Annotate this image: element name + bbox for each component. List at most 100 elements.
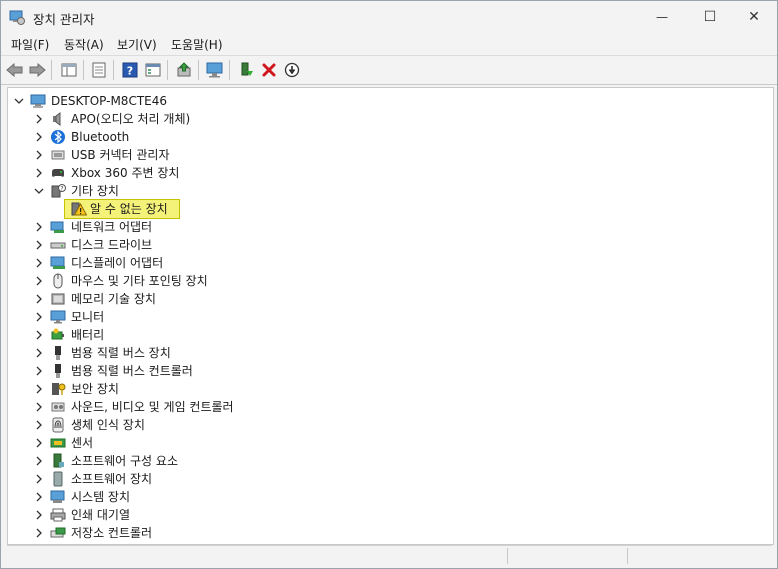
update-driver-icon[interactable] [174, 60, 194, 80]
tree-category-item[interactable]: 생체 인식 장치 [8, 416, 708, 434]
forward-icon[interactable] [27, 60, 47, 80]
tree-child-item[interactable]: 알 수 없는 장치 [8, 199, 708, 219]
maximize-icon: ☐ [703, 9, 717, 25]
chevron-right-icon[interactable] [32, 346, 46, 360]
view-list-icon[interactable] [143, 60, 163, 80]
tree-category-item[interactable]: APO(오디오 처리 개체) [8, 110, 708, 128]
tree-category-item[interactable]: 시스템 장치 [8, 488, 708, 506]
tree-category-item[interactable]: 범용 직렬 버스 장치 [8, 344, 708, 362]
toolbar-separator [113, 60, 114, 80]
tree-category-item[interactable]: Xbox 360 주변 장치 [8, 164, 708, 182]
chevron-right-icon[interactable] [32, 256, 46, 270]
chevron-right-icon[interactable] [32, 472, 46, 486]
close-button[interactable]: ✕ [731, 1, 777, 33]
chevron-right-icon[interactable] [32, 454, 46, 468]
chevron-right-icon[interactable] [32, 364, 46, 378]
enable-device-icon[interactable] [236, 60, 256, 80]
menu-file[interactable]: 파일(F) [11, 36, 49, 53]
battery-icon [50, 327, 66, 343]
tree-category-item[interactable]: 저장소 컨트롤러 [8, 524, 708, 542]
tree-category-item[interactable]: 보안 장치 [8, 380, 708, 398]
svg-text:?: ? [60, 186, 63, 193]
tree-category-item[interactable]: 디스크 드라이브 [8, 236, 708, 254]
tree-category-item[interactable]: 소프트웨어 구성 요소 [8, 452, 708, 470]
chevron-right-icon[interactable] [32, 310, 46, 324]
chevron-right-icon[interactable] [32, 382, 46, 396]
chevron-right-icon[interactable] [32, 112, 46, 126]
tree-category-item[interactable]: 네트워크 어댑터 [8, 218, 708, 236]
disk-drive-icon [50, 237, 66, 253]
chevron-right-icon[interactable] [32, 526, 46, 540]
chevron-right-icon[interactable] [32, 418, 46, 432]
tree-item-label: 시스템 장치 [71, 490, 131, 504]
chevron-right-icon[interactable] [32, 148, 46, 162]
tree-item-label: 인쇄 대기열 [71, 508, 131, 522]
chevron-right-icon[interactable] [32, 166, 46, 180]
speaker-icon [50, 111, 66, 127]
back-icon[interactable] [5, 60, 25, 80]
tree-item-label: 디스플레이 어댑터 [71, 256, 164, 270]
tree-category-item[interactable]: 메모리 기술 장치 [8, 290, 708, 308]
chevron-right-icon[interactable] [32, 292, 46, 306]
fingerprint-icon [50, 417, 66, 433]
disable-device-icon[interactable] [282, 60, 302, 80]
tree-category-item[interactable]: 인쇄 대기열 [8, 506, 708, 524]
tree-category-item[interactable]: 마우스 및 기타 포인팅 장치 [8, 272, 708, 290]
tree-item-label: 디스크 드라이브 [71, 238, 153, 252]
menu-help[interactable]: 도움말(H) [171, 36, 223, 53]
gamepad-icon [50, 165, 66, 181]
tree-category-item[interactable]: USB 커넥터 관리자 [8, 146, 708, 164]
device-tree[interactable]: DESKTOP-M8CTE46 APO(오디오 처리 개체) Bluetooth U… [7, 87, 774, 545]
chevron-right-icon[interactable] [32, 436, 46, 450]
chevron-right-icon[interactable] [32, 220, 46, 234]
menu-view[interactable]: 보기(V) [117, 36, 157, 53]
status-bar [7, 545, 772, 566]
tree-category-item[interactable]: 소프트웨어 장치 [8, 470, 708, 488]
properties-pane-icon[interactable] [59, 60, 79, 80]
tree-category-item[interactable]: Bluetooth [8, 128, 708, 146]
tree-item-label: 범용 직렬 버스 장치 [71, 346, 171, 360]
maximize-button[interactable]: ☐ [687, 1, 733, 33]
toolbar-separator [83, 60, 84, 80]
minimize-button[interactable]: — [639, 1, 685, 33]
chevron-right-icon[interactable] [32, 238, 46, 252]
tree-root[interactable]: DESKTOP-M8CTE46 [8, 92, 708, 110]
chevron-right-icon[interactable] [32, 490, 46, 504]
tree-item-label: 저장소 컨트롤러 [71, 526, 153, 540]
chevron-right-icon[interactable] [32, 328, 46, 342]
unknown-device-icon: ? [50, 183, 66, 199]
close-icon: ✕ [748, 9, 760, 25]
chevron-down-icon[interactable] [12, 94, 26, 108]
chevron-right-icon[interactable] [32, 400, 46, 414]
security-icon [50, 381, 66, 397]
storage-controller-icon [50, 525, 66, 541]
tree-category-item[interactable]: 배터리 [8, 326, 708, 344]
tree-category-item[interactable]: 모니터 [8, 308, 708, 326]
scan-hardware-icon[interactable] [205, 60, 225, 80]
help-icon[interactable]: ? [120, 60, 140, 80]
tree-category-item[interactable]: 범용 직렬 버스 컨트롤러 [8, 362, 708, 380]
tree-category-item[interactable]: 디스플레이 어댑터 [8, 254, 708, 272]
tree-item-label: USB 커넥터 관리자 [71, 148, 170, 162]
tree-item-label: 기타 장치 [71, 184, 119, 198]
tree-category-item[interactable]: 센서 [8, 434, 708, 452]
status-divider [627, 548, 628, 564]
tree-category-item[interactable]: 사운드, 비디오 및 게임 컨트롤러 [8, 398, 708, 416]
tree-category-item[interactable]: ? 기타 장치 [8, 182, 708, 200]
tree-item-label: 메모리 기술 장치 [71, 292, 156, 306]
tree-item-label: 배터리 [71, 328, 105, 342]
uninstall-device-icon[interactable] [259, 60, 279, 80]
software-component-icon [50, 453, 66, 469]
usb-connector-icon [50, 147, 66, 163]
chevron-right-icon[interactable] [32, 130, 46, 144]
chevron-right-icon[interactable] [32, 274, 46, 288]
details-icon[interactable] [89, 60, 109, 80]
printer-icon [50, 507, 66, 523]
mouse-icon [50, 273, 66, 289]
chevron-down-icon[interactable] [32, 184, 46, 198]
software-device-icon [50, 471, 66, 487]
tree-item-label: 알 수 없는 장치 [90, 202, 168, 216]
tree-item-label: 모니터 [71, 310, 105, 324]
menu-action[interactable]: 동작(A) [64, 36, 104, 53]
chevron-right-icon[interactable] [32, 508, 46, 522]
